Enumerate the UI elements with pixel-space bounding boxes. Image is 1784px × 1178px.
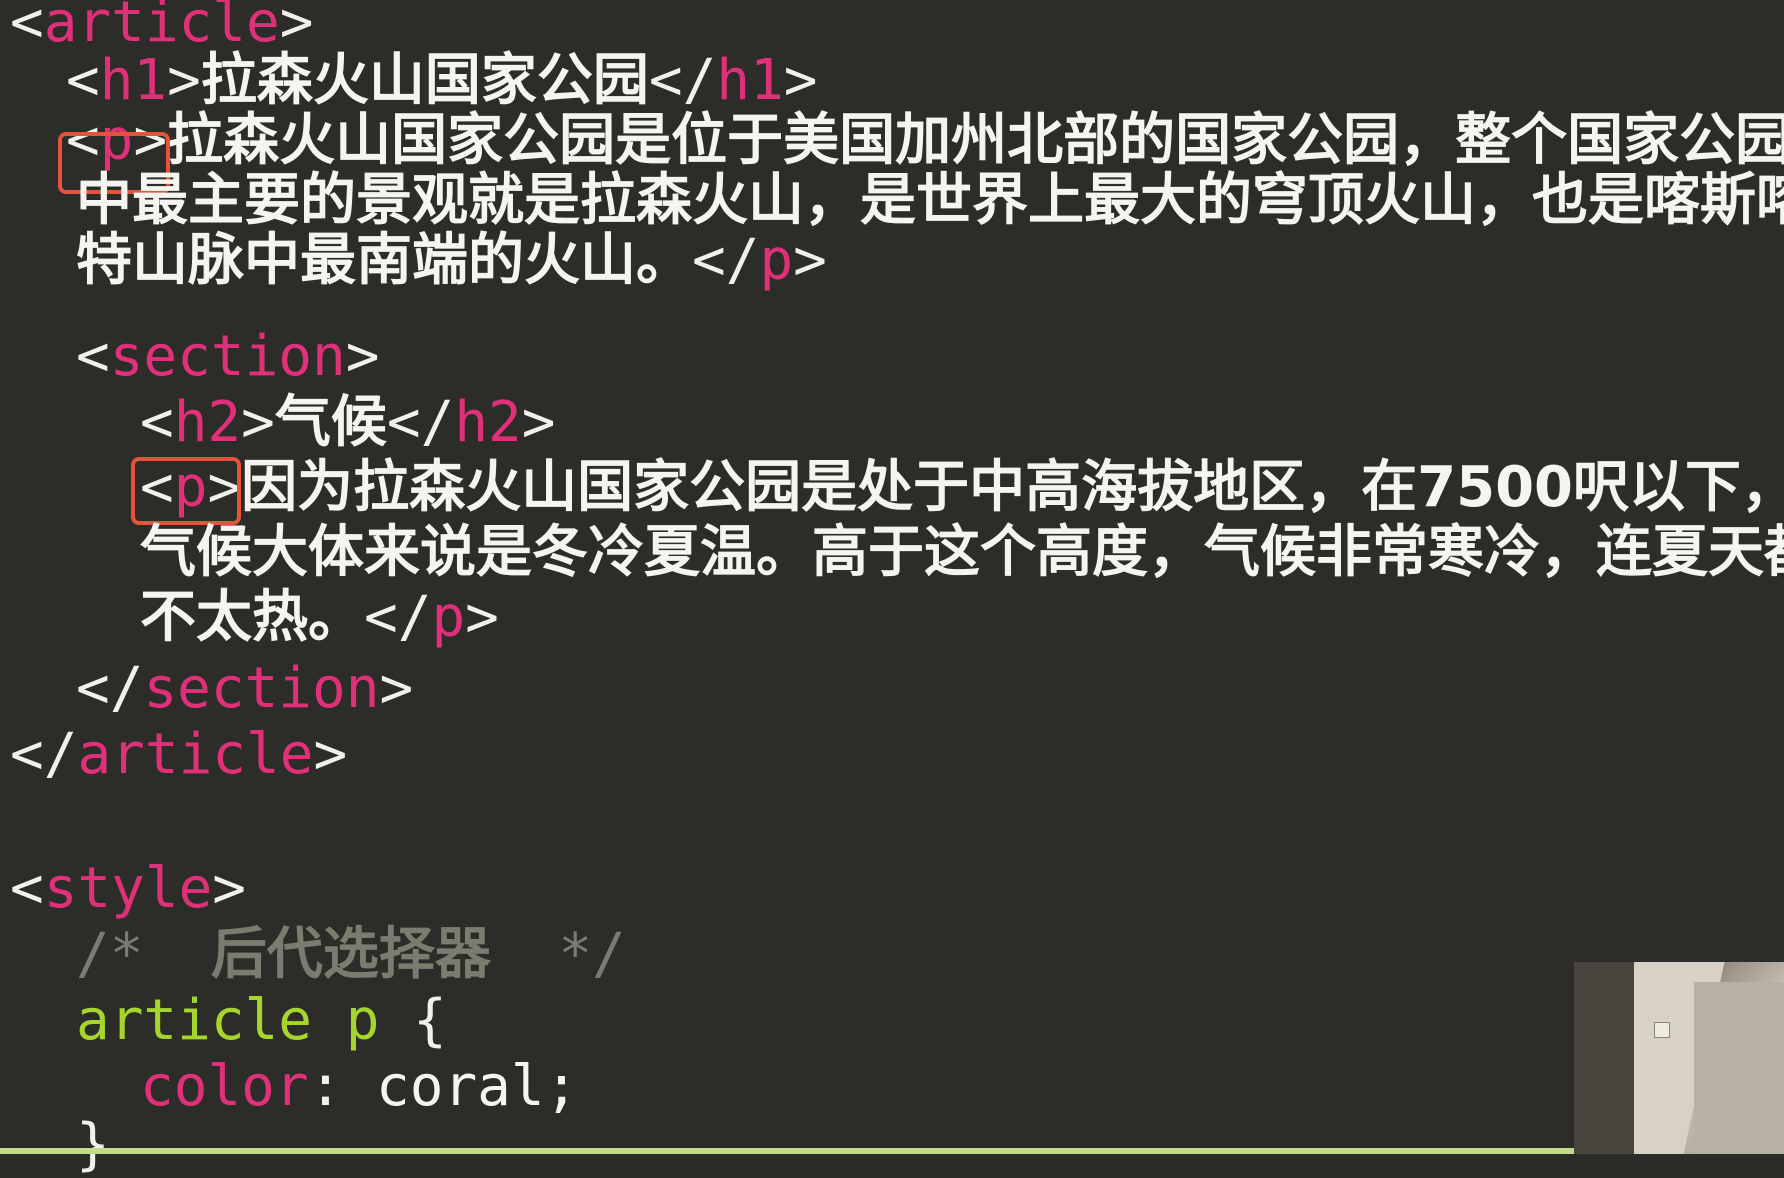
code-line-11: </section> <box>76 656 413 722</box>
punct: > <box>313 722 348 787</box>
punct: < <box>140 390 174 455</box>
punct: < <box>10 856 44 921</box>
punct: > <box>783 48 818 113</box>
webcam-outlet <box>1654 1022 1670 1038</box>
tag-p-close: p <box>431 585 466 650</box>
tag-h2-close: h2 <box>454 390 522 455</box>
paragraph-text: 中最主要的景观就是拉森火山，是世界上最大的穹顶火山，也是喀斯喀 <box>76 168 1784 233</box>
css-property: color <box>140 1054 309 1119</box>
css-selector: article p <box>76 988 380 1053</box>
punct: > <box>521 390 556 455</box>
punct: > <box>279 0 314 55</box>
tag-p-close: p <box>759 228 794 293</box>
highlight-box-p2 <box>131 457 241 525</box>
tag-h2: h2 <box>173 390 242 455</box>
paragraph-text: 特山脉中最南端的火山。 <box>76 228 692 293</box>
punct: < <box>76 324 110 389</box>
h1-text: 拉森火山国家公园 <box>200 48 649 113</box>
code-line-16: article p { <box>76 988 447 1054</box>
code-line-6: <section> <box>76 324 379 390</box>
code-line-18: } <box>76 1112 110 1178</box>
editor-bottom-bar <box>0 1148 1574 1154</box>
code-editor[interactable]: <article> <h1>拉森火山国家公园</h1> <p>拉森火山国家公园是… <box>0 0 1784 1177</box>
punct: </ <box>76 656 144 721</box>
punct: > <box>379 656 414 721</box>
css-value: coral; <box>376 1054 579 1119</box>
punct: </ <box>364 585 432 650</box>
punct: > <box>345 324 380 389</box>
code-line-9: 气候大体来说是冬冷夏温。高于这个高度，气候非常寒冷，连夏天都 <box>140 520 1784 586</box>
tag-article: article <box>43 0 280 55</box>
code-line-17: color: coral; <box>140 1054 578 1120</box>
h2-text: 气候 <box>274 390 387 455</box>
tag-style: style <box>43 856 213 921</box>
punct: < <box>10 0 44 55</box>
tag-section: section <box>109 324 346 389</box>
punct: </ <box>692 228 760 293</box>
tag-section-close: section <box>143 656 380 721</box>
punct: </ <box>648 48 717 113</box>
code-line-7: <h2>气候</h2> <box>140 390 555 456</box>
punct: : <box>308 1054 343 1119</box>
paragraph-text: 气候大体来说是冬冷夏温。高于这个高度，气候非常寒冷，连夏天都 <box>140 520 1784 585</box>
code-line-4: 中最主要的景观就是拉森火山，是世界上最大的穹顶火山，也是喀斯喀 <box>76 168 1784 234</box>
brace-open: { <box>413 988 447 1053</box>
brace-close: } <box>76 1112 110 1177</box>
code-line-15: /* 后代选择器 */ <box>76 922 626 988</box>
comment-text: 后代选择器 <box>210 922 491 987</box>
punct: > <box>167 48 201 113</box>
punct: > <box>212 856 247 921</box>
code-line-8: <p>因为拉森火山国家公园是处于中高海拔地区，在7500呎以下，其 <box>140 455 1784 521</box>
tag-h1-close: h1 <box>716 48 784 113</box>
comment-end: */ <box>558 922 626 987</box>
code-line-3: <p>拉森火山国家公园是位于美国加州北部的国家公园，整个国家公园 <box>66 108 1784 174</box>
webcam-shadow <box>1574 962 1634 1154</box>
code-line-14: <style> <box>10 856 246 922</box>
code-line-12: </article> <box>10 722 347 788</box>
paragraph-text: 因为拉森火山国家公园是处于中高海拔地区，在7500呎以下，其 <box>241 455 1784 520</box>
tag-article-close: article <box>77 722 314 787</box>
punct: > <box>241 390 275 455</box>
punct: </ <box>386 390 455 455</box>
code-line-2: <h1>拉森火山国家公园</h1> <box>66 48 817 114</box>
webcam-overlay <box>1574 962 1784 1154</box>
paragraph-text: 拉森火山国家公园是位于美国加州北部的国家公园，整个国家公园 <box>167 108 1784 173</box>
webcam-wall <box>1694 982 1784 1154</box>
punct: </ <box>10 722 78 787</box>
code-line-10: 不太热。</p> <box>140 585 499 651</box>
punct: > <box>793 228 827 293</box>
punct: < <box>66 48 100 113</box>
code-line-5: 特山脉中最南端的火山。</p> <box>76 228 827 294</box>
tag-h1: h1 <box>99 48 168 113</box>
paragraph-text: 不太热。 <box>140 585 364 650</box>
punct: > <box>465 585 499 650</box>
comment-start: /* <box>76 922 144 987</box>
